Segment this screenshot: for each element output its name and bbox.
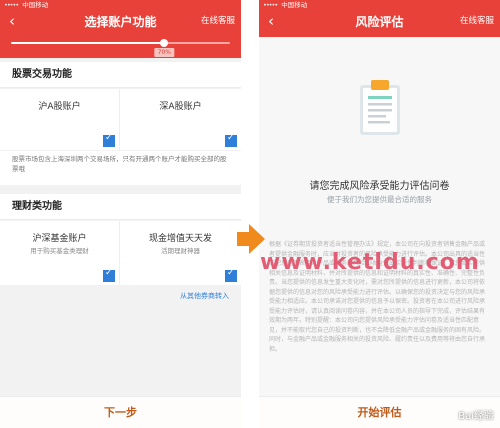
carrier-label: 中国移动 bbox=[281, 1, 308, 9]
stock-note: 股票市场包含上海深圳两个交易场所，只有开通两个账户才能购买全部的股票哦 bbox=[0, 151, 241, 185]
option-sh-a-share[interactable]: 沪A股账户 bbox=[0, 89, 120, 150]
online-service-button[interactable]: 在线客服 bbox=[201, 16, 235, 27]
section-title-stock: 股票交易功能 bbox=[0, 62, 241, 88]
progress-knob bbox=[160, 39, 169, 47]
signal-icon: ••••• bbox=[4, 1, 19, 9]
checkmark-icon bbox=[103, 133, 115, 147]
progress-label: 70% bbox=[154, 48, 174, 57]
option-name: 沪A股账户 bbox=[38, 102, 81, 112]
header-bar: ••••• 中国移动 ‹ 选择账户功能 在线客服 bbox=[0, 0, 241, 37]
status-bar: ••••• 中国移动 bbox=[4, 1, 48, 9]
next-step-button[interactable]: 下一步 bbox=[0, 396, 241, 428]
account-function-screen: ••••• 中国移动 ‹ 选择账户功能 在线客服 70% 股票交易功能 沪A股账… bbox=[0, 0, 241, 428]
option-description: 活期理财神器 bbox=[161, 247, 200, 255]
questionnaire-title: 请您完成风险承受能力评估问卷 bbox=[309, 181, 450, 192]
option-fund-account[interactable]: 沪深基金账户 用于购买基金类理财 bbox=[0, 221, 120, 285]
finance-options: 沪深基金账户 用于购买基金类理财 现金增值天天发 活期理财神器 bbox=[0, 221, 241, 285]
option-cash-plus[interactable]: 现金增值天天发 活期理财神器 bbox=[120, 221, 241, 285]
header-bar: ••••• 中国移动 ‹ 风险评估 在线客服 bbox=[259, 0, 500, 37]
screenshot-canvas: ••••• 中国移动 ‹ 选择账户功能 在线客服 70% 股票交易功能 沪A股账… bbox=[0, 0, 500, 428]
checkmark-icon bbox=[103, 268, 115, 282]
risk-assessment-screen: ••••• 中国移动 ‹ 风险评估 在线客服 请您完成风险承受能力评估问卷 便于… bbox=[259, 0, 500, 428]
checkmark-icon bbox=[225, 133, 237, 147]
progress-fill bbox=[11, 42, 165, 44]
option-sz-a-share[interactable]: 深A股账户 bbox=[120, 89, 241, 150]
stock-options: 沪A股账户 深A股账户 bbox=[0, 89, 241, 150]
option-name: 现金增值天天发 bbox=[148, 234, 212, 244]
checkmark-icon bbox=[225, 268, 237, 282]
section-title-finance: 理财类功能 bbox=[0, 194, 241, 220]
online-service-button[interactable]: 在线客服 bbox=[460, 16, 494, 27]
signal-icon: ••••• bbox=[263, 1, 278, 9]
progress-area: 70% bbox=[0, 37, 241, 58]
questionnaire-subtitle: 便于我们为您提供最合适的服务 bbox=[327, 195, 432, 204]
status-bar: ••••• 中国移动 bbox=[263, 1, 307, 9]
watermark-badge: Bai经验 bbox=[458, 411, 494, 422]
carrier-label: 中国移动 bbox=[22, 1, 49, 9]
option-description: 用于购买基金类理财 bbox=[30, 247, 89, 255]
option-name: 深A股账户 bbox=[159, 102, 202, 112]
watermark-text: www.ketldu.com bbox=[260, 250, 480, 275]
transfer-from-other-broker-link[interactable]: 从其他券商转入 bbox=[180, 291, 229, 301]
clipboard-icon bbox=[360, 80, 400, 135]
option-name: 沪深基金账户 bbox=[32, 234, 87, 244]
progress-track bbox=[11, 39, 230, 47]
